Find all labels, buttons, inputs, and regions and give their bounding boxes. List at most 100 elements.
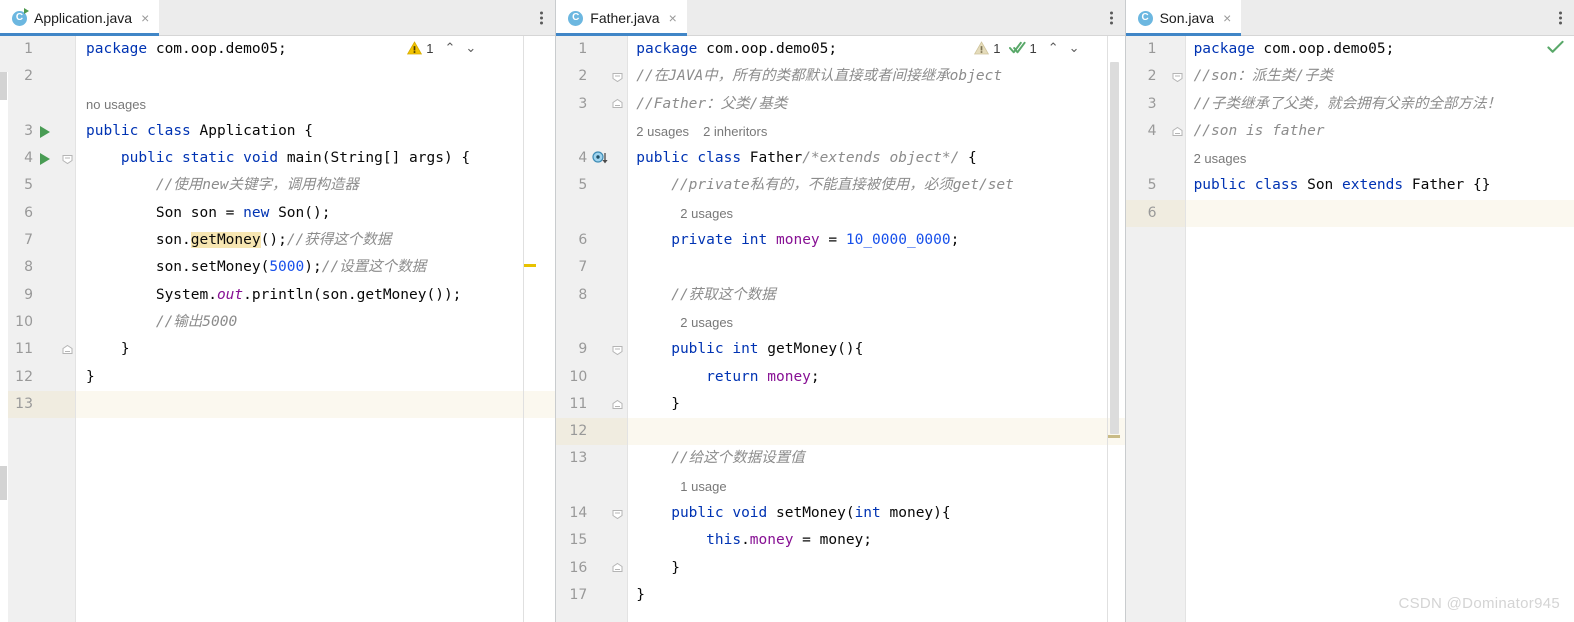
code-line[interactable]: private int money = 10_0000_0000; [628,227,1124,254]
gutter-line-row[interactable]: 4 [0,145,75,172]
gutter-line-row[interactable]: 6 [556,227,627,254]
close-icon[interactable]: × [141,11,149,25]
gutter-line-row[interactable]: 3 [0,118,75,145]
gutter-line-row[interactable]: 17 [556,582,627,609]
code-fold-icon[interactable] [612,71,623,83]
code-line[interactable]: son.setMoney(5000);//设置这个数据 [76,254,555,281]
usage-hint-row[interactable]: no usages [76,91,555,118]
gutter-line-row[interactable]: 8 [556,282,627,309]
code-line[interactable]: //son：派生类/子类 [1186,63,1574,90]
code-line[interactable] [76,390,556,419]
gutter-line-row[interactable]: 9 [0,282,75,309]
marker-track-father[interactable] [1106,36,1121,622]
code-line[interactable] [628,418,1125,446]
gutter-line-row[interactable]: 5 [1126,172,1185,199]
code-line[interactable]: package com.oop.demo05; [76,36,555,63]
gutter-line-row[interactable]: 9 [556,336,627,363]
gutter-line-row[interactable]: 4 [1126,118,1185,145]
gutter-line-row[interactable]: 5 [0,172,75,199]
usage-hint-text[interactable]: 2 usages [628,309,733,336]
code-line[interactable]: package com.oop.demo05; [1186,36,1574,63]
code-area-application[interactable]: package com.oop.demo05; no usages public c… [76,36,556,622]
code-line[interactable]: //son is father [1186,118,1574,145]
tab-options-icon[interactable] [540,11,544,24]
gutter-hint-row[interactable] [0,91,75,118]
code-fold-icon[interactable] [1172,126,1183,137]
code-line[interactable]: } [76,336,555,363]
code-line[interactable]: System.out.println(son.getMoney()); [76,282,555,309]
gutter-hint-row[interactable] [556,309,627,336]
implemented-method-gutter-icon[interactable] [592,151,610,167]
warning-marker[interactable] [524,264,537,267]
gutter-son[interactable]: 1 2 3 4 5 6 [1125,36,1186,622]
warning-icon[interactable] [974,41,990,55]
gutter-line-row[interactable]: 1 [0,36,75,63]
previous-problem-icon[interactable]: ⌃ [441,40,458,56]
code-fold-icon[interactable] [612,399,623,410]
code-line[interactable]: } [628,555,1124,582]
usage-hint-row[interactable]: 2 usages [1186,145,1574,172]
gutter-line-row[interactable]: 12 [0,364,75,391]
gutter-line-row[interactable]: 10 [0,309,75,336]
close-icon[interactable]: × [1223,11,1231,25]
inspections-ok-icon[interactable] [1547,40,1564,54]
code-line[interactable]: } [628,582,1124,609]
code-line[interactable]: //给这个数据设置值 [628,445,1124,472]
code-line[interactable]: //使用new关键字，调用构造器 [76,172,555,199]
code-fold-icon[interactable] [612,563,623,574]
run-gutter-icon[interactable] [40,152,50,165]
warning-icon[interactable] [407,41,423,55]
next-problem-icon[interactable]: ⌄ [1066,40,1083,56]
tab-application-java[interactable]: C Application.java × [0,0,160,36]
code-fold-icon[interactable] [1172,71,1183,83]
gutter-line-row[interactable]: 13 [0,390,75,419]
marker-track-application[interactable] [523,36,537,622]
usage-hint-text[interactable]: 2 usages [628,118,689,145]
code-line[interactable]: } [76,364,555,391]
previous-problem-icon[interactable]: ⌃ [1045,40,1062,56]
gutter-line-row[interactable]: 2 [0,63,75,90]
code-line[interactable]: //子类继承了父类，就会拥有父亲的全部方法！ [1186,91,1574,118]
edge-thumb-bottom[interactable] [0,466,7,500]
gutter-application[interactable]: 1 2 3 4 5 6 7 8 9 10 11 12 13 [0,36,76,622]
code-line[interactable]: public class Application { [76,118,555,145]
gutter-line-row[interactable]: 2 [1126,63,1185,90]
code-line[interactable] [1185,199,1574,228]
code-fold-icon[interactable] [62,344,73,355]
gutter-father[interactable]: 1 2 3 4 5 6 7 8 9 10 11 12 13 14 15 16 17 [556,36,629,622]
code-line[interactable]: son.getMoney();//获得这个数据 [76,227,555,254]
code-line[interactable]: public void setMoney(int money){ [628,500,1124,527]
code-line[interactable]: Son son = new Son(); [76,200,555,227]
code-line[interactable]: //private私有的，不能直接被使用，必须get/set [628,172,1124,199]
gutter-line-row[interactable]: 7 [0,227,75,254]
gutter-line-row[interactable]: 8 [0,254,75,281]
code-line[interactable]: } [628,391,1124,418]
gutter-line-row[interactable]: 5 [556,172,627,199]
gutter-line-row[interactable]: 12 [556,418,628,446]
usage-hint-row[interactable]: 1 usage [628,473,1124,500]
editor-body-son[interactable]: 1 2 3 4 5 6 package com.oop.demo05; //son：派生类/… [1125,36,1574,622]
gutter-line-row[interactable]: 6 [0,200,75,227]
run-gutter-icon[interactable] [40,125,50,138]
code-fold-icon[interactable] [612,344,623,356]
code-line[interactable] [76,63,555,90]
code-line[interactable]: this.money = money; [628,527,1124,554]
next-problem-icon[interactable]: ⌄ [462,40,479,56]
usage-hint-text[interactable]: 1 usage [628,473,726,500]
usage-hint-text[interactable]: 2 usages [628,200,733,227]
scrollbar-thumb[interactable] [1109,62,1119,434]
usage-hint-row[interactable]: 2 usages [628,200,1124,227]
gutter-line-row[interactable]: 6 [1125,199,1185,228]
code-line[interactable] [628,254,1124,281]
code-fold-icon[interactable] [62,153,73,164]
inspections-ok-icon[interactable] [1008,41,1026,55]
gutter-line-row[interactable]: 15 [556,527,627,554]
gutter-line-row[interactable]: 10 [556,364,627,391]
code-line[interactable]: //获取这个数据 [628,282,1124,309]
gutter-line-row[interactable]: 3 [556,91,627,118]
gutter-line-row[interactable]: 7 [556,254,627,281]
gutter-line-row[interactable]: 11 [556,391,627,418]
gutter-line-row[interactable]: 1 [1126,36,1185,63]
code-line[interactable]: return money; [628,364,1124,391]
code-line[interactable]: //输出5000 [76,309,555,336]
